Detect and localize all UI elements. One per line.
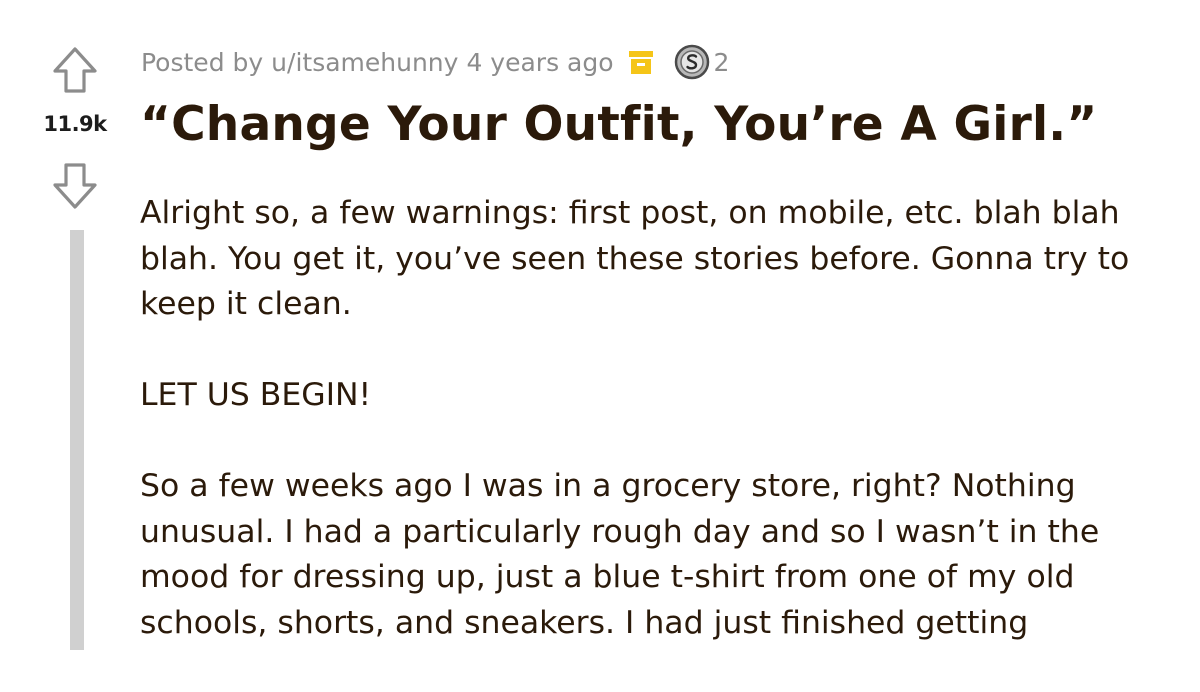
silver-award-icon[interactable] [674, 44, 710, 80]
thread-line[interactable] [70, 230, 84, 650]
post-timestamp[interactable]: 4 years ago [466, 48, 613, 77]
body-paragraph: So a few weeks ago I was in a grocery st… [140, 468, 1100, 641]
upvote-arrow-icon[interactable] [52, 46, 98, 94]
vote-score: 11.9k [43, 112, 107, 136]
award-count: 2 [713, 47, 730, 77]
body-paragraph: Alright so, a few warnings: first post, … [140, 195, 1130, 322]
post-title[interactable]: “Change Your Outfit, You’re A Girl.” [140, 92, 1097, 158]
body-paragraph: LET US BEGIN! [140, 377, 372, 413]
vote-column: 11.9k [30, 40, 120, 650]
post-meta: Posted by u/itsamehunny 4 years ago 2 [141, 44, 729, 80]
downvote-arrow-icon[interactable] [52, 162, 98, 210]
post-body: Alright so, a few warnings: first post, … [140, 191, 1180, 692]
author-link[interactable]: u/itsamehunny [271, 48, 458, 77]
posted-by-label: Posted by [141, 47, 264, 77]
archive-box-icon [628, 51, 653, 74]
